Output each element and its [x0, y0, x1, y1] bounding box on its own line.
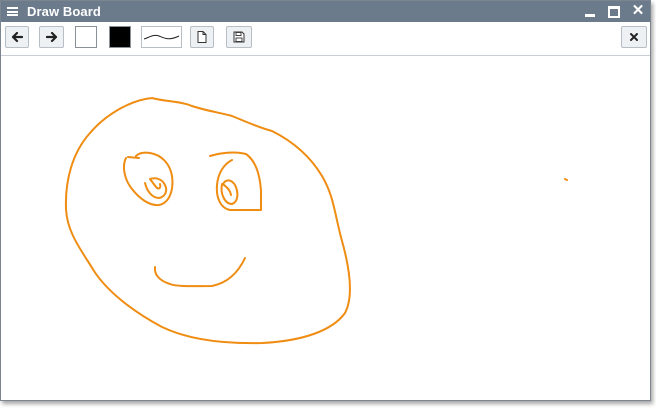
stray-dot-stroke	[564, 178, 568, 181]
new-document-icon	[197, 31, 207, 43]
menu-icon[interactable]	[7, 7, 18, 16]
mouth-stroke	[153, 257, 246, 288]
close-icon	[630, 33, 638, 41]
close-window-icon[interactable]: ✕	[631, 3, 645, 18]
left-eye-pupil-stroke	[144, 177, 168, 199]
undo-button[interactable]	[5, 26, 29, 48]
title-bar[interactable]: Draw Board ✕	[1, 1, 650, 22]
stroke-color-swatch[interactable]	[109, 26, 131, 48]
stroke-curve-icon	[143, 34, 180, 40]
new-document-button[interactable]	[190, 26, 214, 48]
back-arrow-icon	[11, 31, 23, 43]
minimize-icon[interactable]	[583, 4, 597, 18]
toolbar	[1, 22, 650, 56]
redo-button[interactable]	[39, 26, 64, 48]
drawing-canvas[interactable]	[2, 56, 650, 401]
left-eye-stroke	[123, 151, 174, 207]
forward-arrow-icon	[45, 31, 57, 43]
drawing-surface	[64, 97, 568, 345]
right-eye-pupil-stroke	[220, 179, 239, 205]
stroke-style-picker[interactable]	[141, 26, 182, 48]
save-button[interactable]	[226, 26, 252, 48]
draw-board-window: Draw Board ✕	[0, 0, 651, 401]
maximize-icon[interactable]	[607, 4, 621, 18]
save-floppy-icon	[233, 31, 245, 43]
window-title: Draw Board	[27, 4, 101, 19]
face-outline-stroke	[64, 97, 351, 345]
fill-color-swatch[interactable]	[75, 26, 97, 48]
clear-button[interactable]	[621, 26, 647, 48]
